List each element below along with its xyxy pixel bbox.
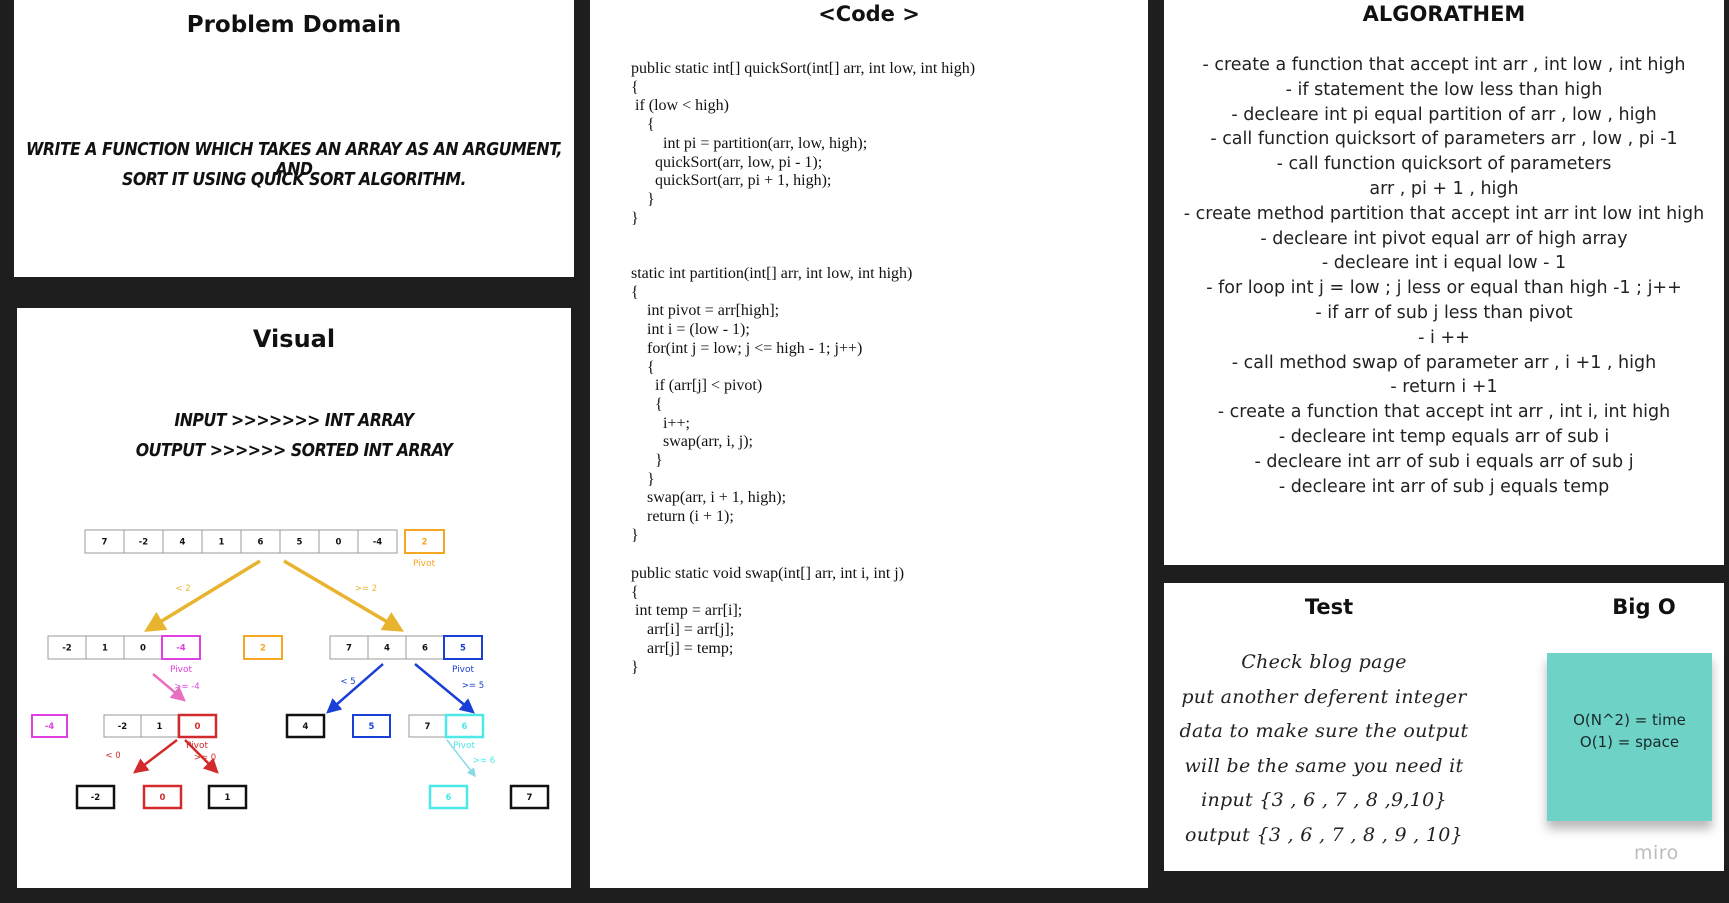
right-sub-array-value: 6 xyxy=(422,644,428,654)
initial-pivot-label: Pivot xyxy=(413,559,436,569)
algorithm-steps: - create a function that accept int arr … xyxy=(1164,53,1724,499)
edge-label-ge-neg4: >= -4 xyxy=(174,682,199,692)
arrow-less-than-0 xyxy=(133,739,178,774)
right-sub-array-value: 4 xyxy=(384,644,390,654)
test-notes: Check blog page put another deferent int… xyxy=(1174,645,1474,852)
initial-array-value: -2 xyxy=(139,538,149,548)
level3-left-pivot-box-value: 0 xyxy=(195,722,201,732)
left-sub-array-value: 0 xyxy=(140,644,146,654)
code-title: <Code > xyxy=(818,2,920,26)
neg4-result-box-value: -4 xyxy=(45,722,55,732)
initial-array-value: 0 xyxy=(336,538,342,548)
leaf-zero-box-value: 0 xyxy=(160,793,166,803)
left-sub-pivot-box-value: -4 xyxy=(176,644,186,654)
algorithm-step: - create a function that accept int arr … xyxy=(1202,55,1686,75)
algorithm-step: - decleare int arr of sub i equals arr o… xyxy=(1254,451,1634,472)
arrow-greater-equal-2 xyxy=(283,559,405,632)
algorithm-step: - if arr of sub j less than pivot xyxy=(1315,302,1573,323)
level3-right-array-value: 7 xyxy=(425,722,431,732)
left-sub-array-value: -2 xyxy=(62,644,72,654)
initial-array-value: 5 xyxy=(297,538,303,548)
arrow-less-than-2 xyxy=(144,559,261,632)
arrow-less-than-5 xyxy=(326,663,384,714)
problem-statement-line-2: SORT IT USING QUICK SORT ALGORITHM. xyxy=(122,170,467,190)
test-bigo-panel[interactable]: Test Big O Check blog page put another d… xyxy=(1164,583,1724,871)
quicksort-code-block: public static int[] quickSort(int[] arr,… xyxy=(631,60,976,227)
test-note-line: input {3 , 6 , 7 , 8 ,9,10} xyxy=(1201,789,1447,811)
algorithm-step: - call method swap of parameter arr , i … xyxy=(1231,352,1657,373)
algorithm-step: - call function quicksort of parameters … xyxy=(1210,129,1678,150)
algorithm-step: - decleare int i equal low - 1 xyxy=(1321,253,1567,274)
big-o-sticky-note[interactable]: O(N^2) = time O(1) = space xyxy=(1547,653,1712,821)
level3-left-array-value: 1 xyxy=(157,722,163,732)
left-sub-pivot-label: Pivot xyxy=(170,665,193,675)
edge-label-ge-0: >= 0 xyxy=(194,753,216,763)
problem-domain-title: Problem Domain xyxy=(186,12,402,38)
initial-array-value: -4 xyxy=(373,538,383,548)
test-note-line: data to make sure the output xyxy=(1179,720,1469,742)
right-sub-pivot-box-value: 5 xyxy=(460,644,466,654)
algorithm-step: - call function quicksort of parameters xyxy=(1276,154,1612,175)
test-note-line: put another deferent integer xyxy=(1181,685,1467,708)
algorithm-title: ALGORATHEM xyxy=(1362,2,1526,26)
five-box-value: 5 xyxy=(369,722,375,732)
right-sub-array-value: 7 xyxy=(346,644,352,654)
algorithm-step: - return i +1 xyxy=(1390,377,1498,398)
edge-label-less-than-5: < 5 xyxy=(340,677,355,687)
edge-label-less-than-0: < 0 xyxy=(105,751,120,761)
quicksort-diagram: 7 -2 4 1 6 5 0 -4 2 Pivot < 2 >= 2 -2 1 0 -4 Pivot 2 7 4 6 5 P… xyxy=(31,529,550,810)
space-complexity: O(1) = space xyxy=(1579,733,1680,751)
test-note-line: output {3 , 6 , 7 , 8 , 9 , 10} xyxy=(1184,823,1464,846)
leaf-six-box-value: 6 xyxy=(446,793,452,803)
middle-pivot-box-value: 2 xyxy=(260,644,266,654)
algorithm-step: - decleare int arr of sub j equals temp xyxy=(1278,476,1610,497)
leaf-seven-box-value: 7 xyxy=(527,793,533,803)
algorithm-step: arr , pi + 1 , high xyxy=(1369,178,1519,199)
test-note-line: will be the same you need it xyxy=(1184,754,1464,777)
big-o-title: Big O xyxy=(1612,595,1676,619)
algorithm-step: - create a function that accept int arr … xyxy=(1217,402,1671,423)
left-sub-array-value: 1 xyxy=(102,644,108,654)
algorithm-panel[interactable]: ALGORATHEM - create a function that acce… xyxy=(1164,0,1724,565)
level3-right-pivot-label: Pivot xyxy=(453,741,476,751)
right-sub-pivot-label: Pivot xyxy=(452,665,475,675)
algorithm-step: - if statement the low less than high xyxy=(1285,79,1603,100)
edge-label-less-than-2: < 2 xyxy=(175,584,190,594)
four-box-value: 4 xyxy=(303,722,309,732)
test-note-line: Check blog page xyxy=(1241,651,1407,673)
edge-label-ge-6: >= 6 xyxy=(473,756,495,766)
level3-left-array-value: -2 xyxy=(118,722,128,732)
algorithm-step: - for loop int j = low ; j less or equal… xyxy=(1206,278,1682,299)
algorithm-step: - decleare int pivot equal arr of high a… xyxy=(1260,228,1628,249)
initial-pivot-box-value: 2 xyxy=(422,538,428,548)
leaf-one-box-value: 1 xyxy=(225,793,231,803)
initial-array-value: 1 xyxy=(219,538,225,548)
algorithm-step: - i ++ xyxy=(1418,327,1470,348)
algorithm-step: - decleare int pi equal partition of arr… xyxy=(1231,104,1657,125)
initial-array-value: 7 xyxy=(102,538,108,548)
partition-code-block: static int partition(int[] arr, int low,… xyxy=(631,265,913,544)
leaf-neg2-box-value: -2 xyxy=(91,793,101,803)
code-panel[interactable]: <Code > public static int[] quickSort(in… xyxy=(590,0,1148,888)
algorithm-step: - create method partition that accept in… xyxy=(1183,203,1705,224)
time-complexity: O(N^2) = time xyxy=(1573,711,1686,729)
edge-label-ge-5: >= 5 xyxy=(462,681,484,691)
problem-domain-panel[interactable]: Problem Domain WRITE A FUNCTION WHICH TA… xyxy=(14,0,574,277)
initial-array-value: 6 xyxy=(258,538,264,548)
level3-right-pivot-box-value: 6 xyxy=(462,722,468,732)
miro-watermark: miro xyxy=(1634,842,1679,864)
swap-code-block: public static void swap(int[] arr, int i… xyxy=(631,565,905,676)
visual-panel[interactable]: Visual INPUT >>>>>>> INT ARRAY OUTPUT >>… xyxy=(17,308,571,888)
initial-array-value: 4 xyxy=(180,538,186,548)
edge-label-greater-equal-2: >= 2 xyxy=(355,584,377,594)
algorithm-step: - decleare int temp equals arr of sub i xyxy=(1278,426,1610,447)
test-title: Test xyxy=(1304,595,1354,619)
